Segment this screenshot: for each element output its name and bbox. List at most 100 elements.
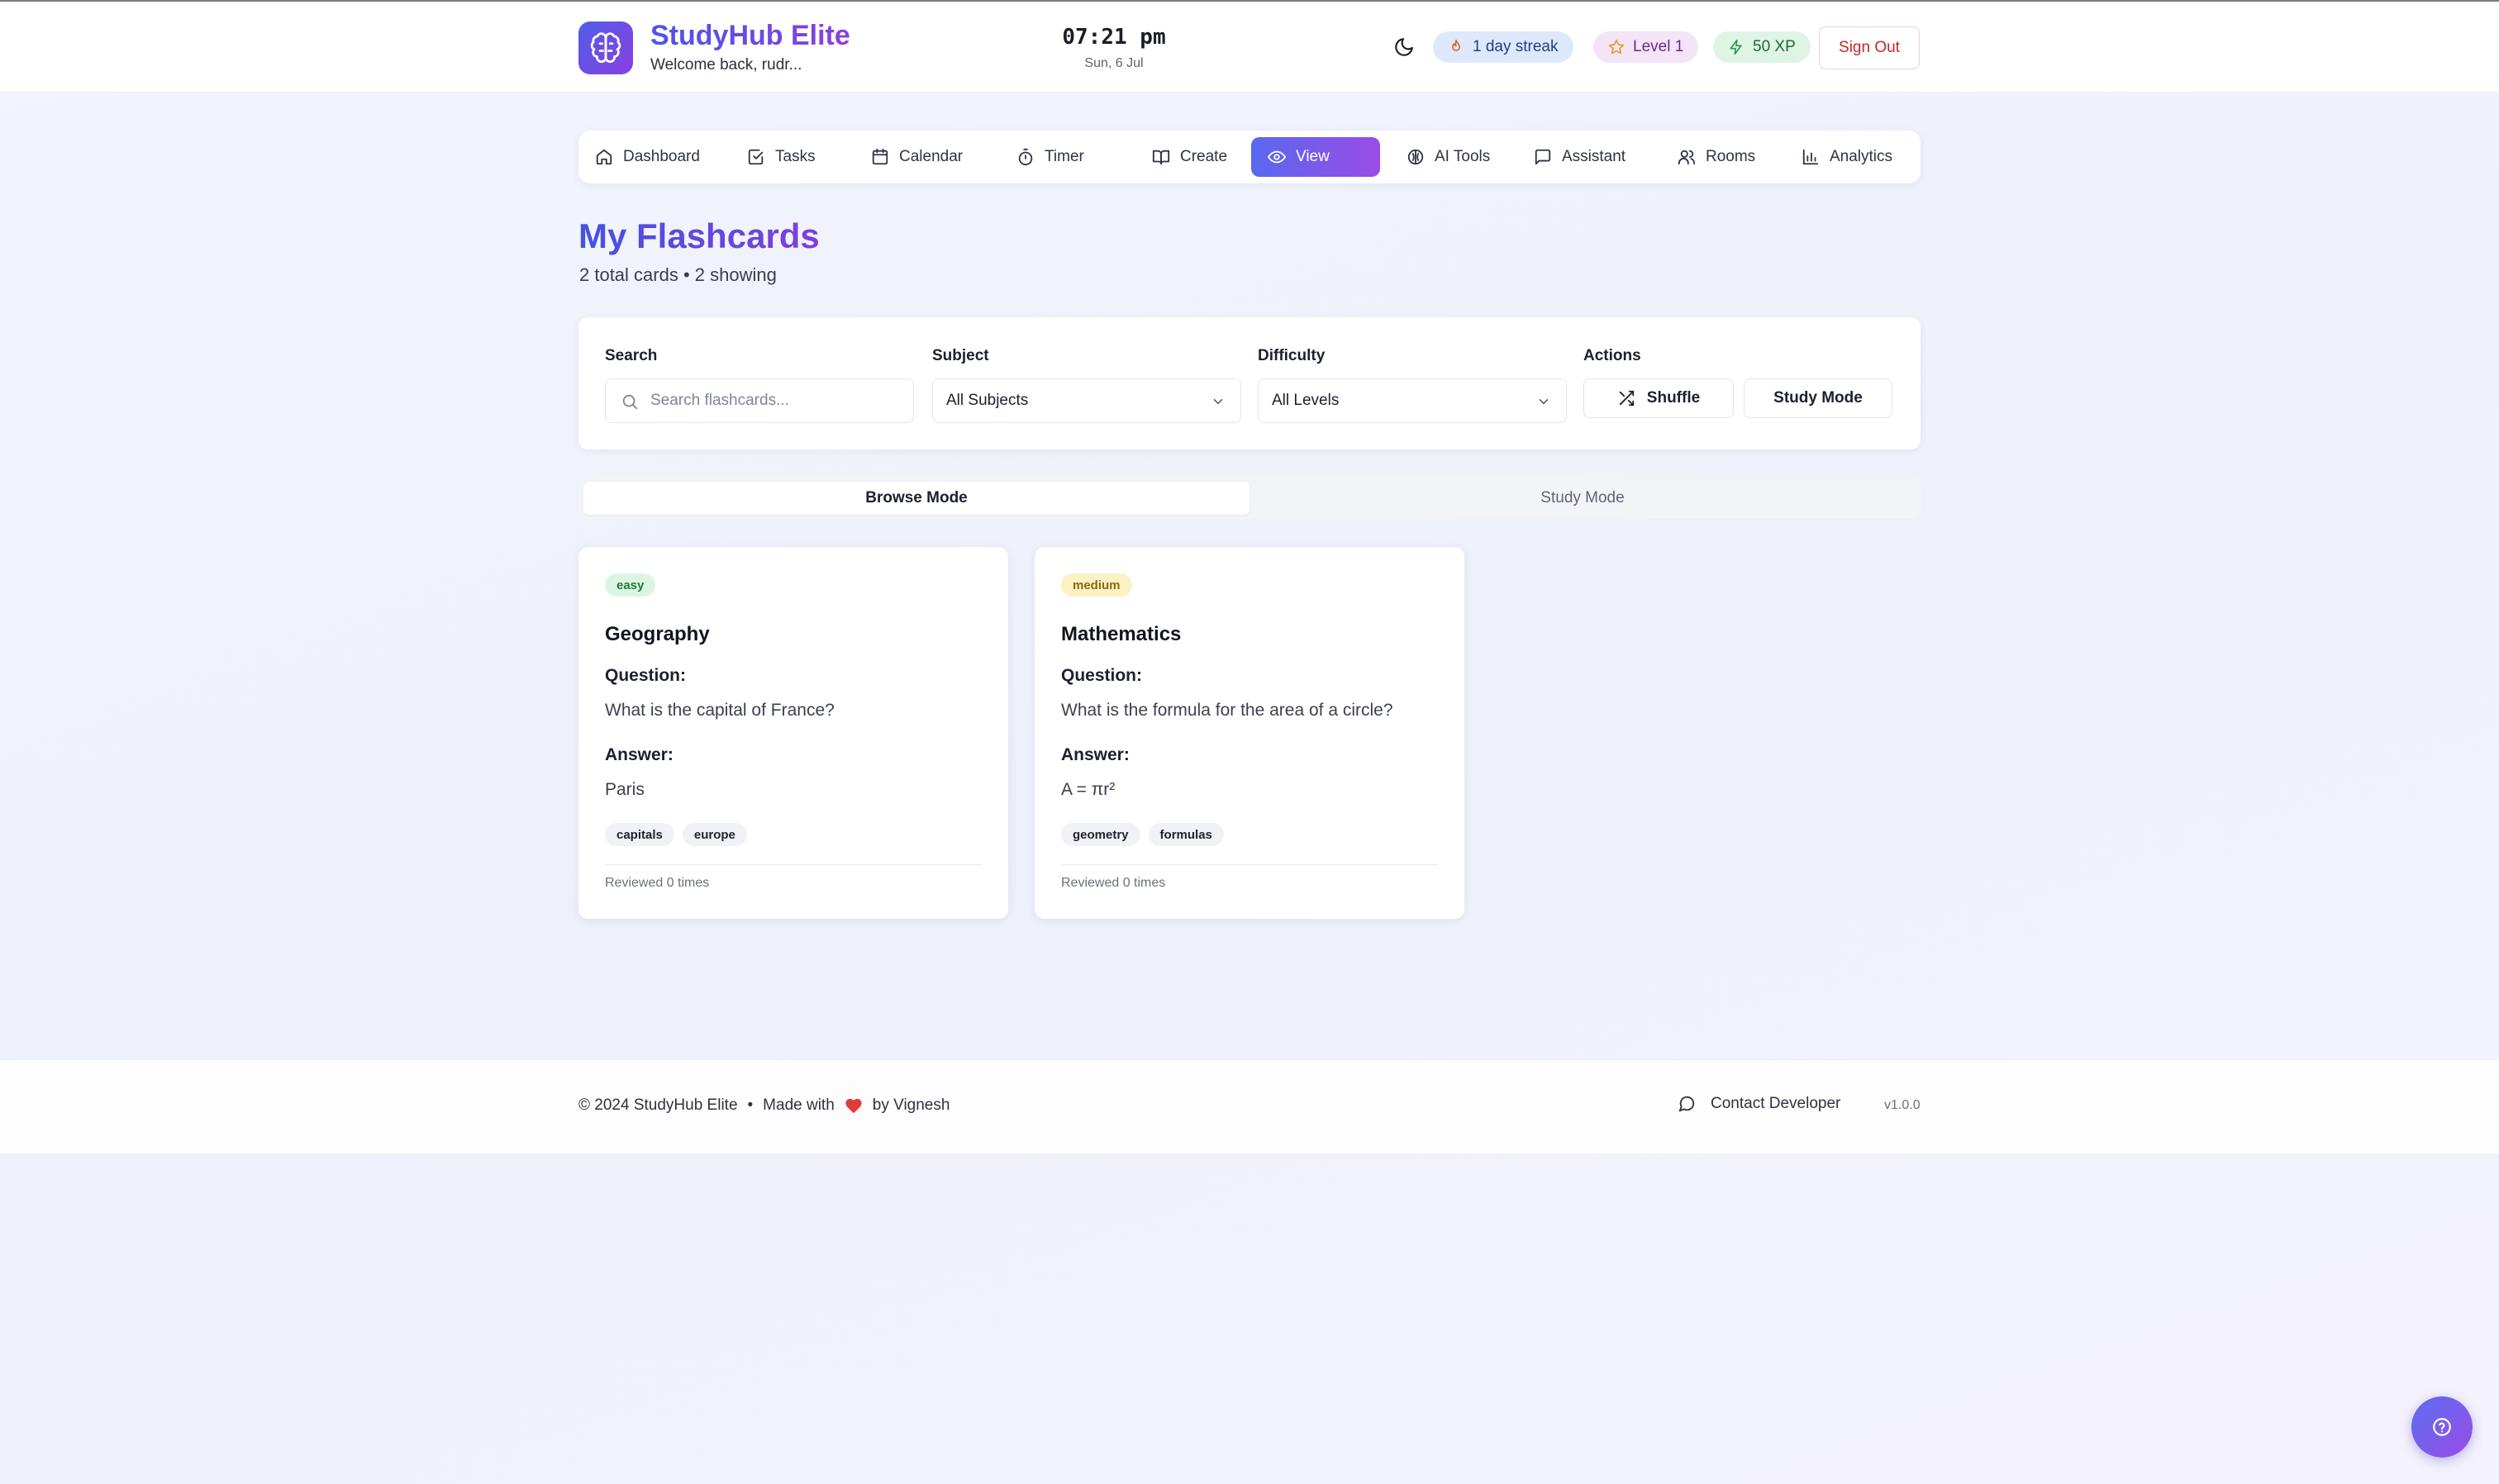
brand-title: StudyHub Elite [650,20,850,51]
main-nav: Dashboard Tasks Calendar Timer Create Vi… [578,131,1921,183]
xp-text: 50 XP [1753,38,1796,55]
shuffle-button[interactable]: Shuffle [1583,378,1734,418]
streak-badge: 1 day streak [1433,31,1573,63]
shuffle-label: Shuffle [1646,389,1701,407]
chevron-down-icon [1539,399,1549,405]
answer-text: A = πr² [1061,780,1116,799]
bar-chart-icon [1802,149,1819,165]
made-with-text: Made with [763,1096,835,1114]
users-icon [1678,150,1696,165]
book-open-icon [1152,150,1170,165]
question-label: Question: [1061,666,1142,685]
tag: capitals [605,823,674,846]
heart-icon [845,1098,862,1114]
nav-calendar[interactable]: Calendar [854,137,1000,177]
clock-time: 07:21 pm [1062,25,1166,50]
nav-analytics[interactable]: Analytics [1785,137,1921,177]
nav-dashboard[interactable]: Dashboard [578,137,731,177]
nav-label: AI Tools [1435,148,1491,165]
flashcard[interactable]: easy Geography Question: What is the cap… [578,547,1008,919]
star-icon [1608,39,1625,55]
tag-list: capitals europe [605,823,747,846]
study-mode-button[interactable]: Study Mode [1744,378,1892,418]
tab-study-mode[interactable]: Study Mode [1250,482,1916,515]
subject-select[interactable]: All Subjects [932,378,1241,423]
nav-tasks[interactable]: Tasks [731,137,854,177]
nav-create[interactable]: Create [1135,137,1268,177]
chevron-down-icon [1213,399,1223,405]
subject-value: All Subjects [946,392,1029,409]
review-count: Reviewed 0 times [605,876,710,890]
difficulty-label: Difficulty [1258,347,1326,364]
nav-label: Analytics [1830,148,1893,165]
brain-logo-icon[interactable] [578,21,633,74]
streak-text: 1 day streak [1473,38,1559,55]
nav-timer[interactable]: Timer [1000,137,1135,177]
nav-label: Tasks [775,148,816,165]
nav-label: Rooms [1706,148,1756,165]
calendar-icon [872,148,888,165]
level-badge: Level 1 [1593,31,1699,63]
flame-icon [1452,39,1460,51]
help-icon [2433,1418,2451,1436]
nav-rooms[interactable]: Rooms [1661,137,1785,177]
difficulty-badge: medium [1061,573,1132,597]
version-text: v1.0.0 [1884,1098,1921,1112]
copyright-text: © 2024 StudyHub Elite [578,1096,738,1114]
nav-ai-tools[interactable]: AI Tools [1390,137,1517,177]
card-divider [605,864,982,865]
footer: © 2024 StudyHub Elite • Made with by Vig… [0,1059,2499,1153]
clock-date: Sun, 6 Jul [1084,56,1144,70]
contact-label: Contact Developer [1711,1095,1841,1112]
page-title: My Flashcards [578,216,820,255]
xp-badge: 50 XP [1713,31,1811,63]
nav-label: Create [1180,148,1228,165]
nav-label: Assistant [1562,148,1626,165]
tag: europe [682,823,747,846]
card-divider [1061,864,1438,865]
answer-label: Answer: [605,745,674,764]
footer-credits: © 2024 StudyHub Elite • Made with by Vig… [578,1096,950,1115]
question-text: What is the formula for the area of a ci… [1061,701,1393,720]
nav-assistant[interactable]: Assistant [1517,137,1661,177]
question-text: What is the capital of France? [605,701,835,720]
card-subject: Mathematics [1061,623,1182,645]
nav-label: Dashboard [623,148,700,165]
dot-separator: • [747,1096,754,1114]
search-icon [622,394,638,410]
help-fab-button[interactable] [2411,1396,2473,1458]
difficulty-select[interactable]: All Levels [1258,378,1567,423]
shuffle-icon [1619,390,1634,407]
review-count: Reviewed 0 times [1061,876,1166,890]
tag-list: geometry formulas [1061,823,1224,846]
answer-text: Paris [605,780,645,799]
timer-icon [1018,148,1033,166]
answer-label: Answer: [1061,745,1130,764]
contact-developer-link[interactable]: Contact Developer [1678,1095,1840,1113]
level-text: Level 1 [1633,38,1684,55]
message-circle-icon [1678,1096,1695,1112]
check-square-icon [748,149,764,165]
nav-view[interactable]: View [1251,137,1380,177]
home-icon [596,149,612,165]
subject-label: Subject [932,347,989,364]
filters-panel: Search Search flashcards... Subject All … [578,317,1921,449]
difficulty-value: All Levels [1272,392,1340,409]
tag: formulas [1148,823,1224,846]
search-input[interactable]: Search flashcards... [605,378,914,423]
tab-browse-mode[interactable]: Browse Mode [583,482,1250,515]
nav-label: Calendar [899,148,964,165]
moon-icon[interactable] [1393,36,1415,58]
tag: geometry [1061,823,1140,846]
search-placeholder: Search flashcards... [650,392,789,409]
zap-icon [1730,39,1742,55]
card-subject: Geography [605,623,710,645]
nav-label: View [1296,148,1330,165]
flashcard[interactable]: medium Mathematics Question: What is the… [1035,547,1464,919]
difficulty-badge: easy [605,573,656,597]
author-text: by Vignesh [872,1096,950,1114]
page-subtitle: 2 total cards • 2 showing [579,264,777,285]
sign-out-button[interactable]: Sign Out [1819,26,1920,69]
search-label: Search [605,347,658,364]
actions-label: Actions [1583,347,1641,364]
